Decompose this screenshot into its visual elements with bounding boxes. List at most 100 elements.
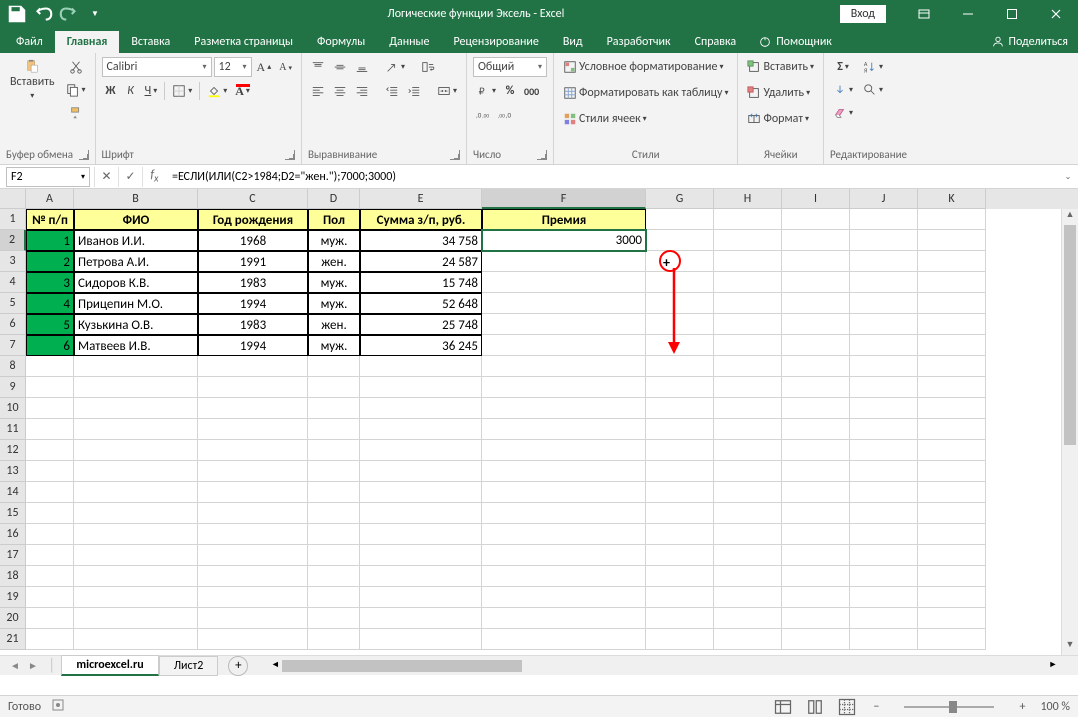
cells-format-button[interactable]: Формат▾ [744, 109, 812, 129]
cell[interactable] [850, 524, 918, 545]
row-header[interactable]: 21 [0, 629, 26, 650]
cell[interactable] [918, 293, 986, 314]
wrap-text-icon[interactable] [418, 57, 438, 77]
cell[interactable] [850, 566, 918, 587]
select-all-corner[interactable] [0, 189, 26, 209]
cell[interactable] [714, 251, 782, 272]
increase-decimal-icon[interactable]: ,0,00 [473, 105, 493, 125]
cell[interactable]: Пол [308, 209, 360, 230]
cell[interactable] [74, 398, 198, 419]
row-header[interactable]: 10 [0, 398, 26, 419]
cell[interactable] [918, 503, 986, 524]
cell[interactable] [782, 524, 850, 545]
cell[interactable] [918, 251, 986, 272]
percent-icon[interactable]: % [501, 81, 519, 101]
cell[interactable]: 3 [26, 272, 74, 293]
cell[interactable]: Сидоров К.В. [74, 272, 198, 293]
cell[interactable] [26, 398, 74, 419]
cell[interactable] [714, 524, 782, 545]
zoom-slider[interactable] [894, 700, 1004, 714]
save-icon[interactable] [6, 3, 28, 25]
cell[interactable]: 3000 [482, 230, 646, 251]
share-button[interactable]: Поделиться [981, 31, 1078, 53]
comma-style-icon[interactable]: 000 [521, 81, 542, 101]
cell[interactable] [714, 272, 782, 293]
cell[interactable] [782, 398, 850, 419]
cell[interactable] [198, 482, 308, 503]
cell[interactable] [918, 209, 986, 230]
cell[interactable] [198, 440, 308, 461]
cell[interactable] [646, 419, 714, 440]
cell[interactable]: жен. [308, 251, 360, 272]
merge-center-icon[interactable]: ▾ [434, 81, 460, 101]
cell[interactable] [646, 524, 714, 545]
cell[interactable] [198, 587, 308, 608]
cell[interactable]: № п/п [26, 209, 74, 230]
cell[interactable] [482, 419, 646, 440]
cell[interactable] [850, 209, 918, 230]
cell[interactable] [482, 335, 646, 356]
row-header[interactable]: 19 [0, 587, 26, 608]
cell[interactable] [782, 545, 850, 566]
cell[interactable] [646, 461, 714, 482]
cell[interactable] [308, 587, 360, 608]
cell[interactable]: Петрова А.И. [74, 251, 198, 272]
row-header[interactable]: 9 [0, 377, 26, 398]
cell[interactable] [26, 503, 74, 524]
cell[interactable] [198, 461, 308, 482]
col-G[interactable]: G [646, 189, 714, 209]
cell[interactable] [308, 440, 360, 461]
cell[interactable] [646, 251, 714, 272]
qat-customize-icon[interactable]: ▼ [84, 3, 106, 25]
increase-font-icon[interactable]: A▴ [254, 57, 275, 77]
add-sheet-icon[interactable]: + [228, 656, 248, 676]
cell[interactable] [26, 440, 74, 461]
view-page-break-icon[interactable] [836, 698, 858, 716]
scroll-left-icon[interactable]: ◄ [268, 659, 282, 670]
cell[interactable] [850, 608, 918, 629]
cell[interactable] [646, 482, 714, 503]
macro-record-icon[interactable] [51, 698, 65, 716]
cell[interactable] [308, 503, 360, 524]
cell[interactable] [850, 251, 918, 272]
cell[interactable] [26, 461, 74, 482]
cell[interactable]: Премия [482, 209, 646, 230]
cell[interactable] [308, 566, 360, 587]
maximize-icon[interactable] [990, 0, 1034, 28]
cell[interactable] [482, 356, 646, 377]
cell[interactable]: 52 648 [360, 293, 482, 314]
cell[interactable] [918, 629, 986, 650]
cell[interactable] [714, 377, 782, 398]
cell[interactable] [360, 566, 482, 587]
undo-icon[interactable] [32, 3, 54, 25]
sheet-tab-other[interactable]: Лист2 [159, 656, 219, 676]
autosum-icon[interactable]: Σ▾ [830, 57, 856, 77]
row-header[interactable]: 11 [0, 419, 26, 440]
zoom-out-icon[interactable]: − [868, 700, 884, 714]
cell[interactable] [360, 461, 482, 482]
cell[interactable] [308, 524, 360, 545]
cell[interactable]: 15 748 [360, 272, 482, 293]
cell[interactable] [714, 398, 782, 419]
cell[interactable] [646, 377, 714, 398]
cell[interactable]: 1983 [198, 272, 308, 293]
cell[interactable] [782, 482, 850, 503]
cell[interactable] [714, 566, 782, 587]
underline-icon[interactable]: Ч▾ [142, 81, 161, 101]
row-header[interactable]: 17 [0, 545, 26, 566]
cell[interactable] [482, 482, 646, 503]
cell[interactable] [74, 566, 198, 587]
cell[interactable] [782, 461, 850, 482]
format-as-table-button[interactable]: Форматировать как таблицу▾ [560, 83, 732, 103]
cell[interactable] [198, 566, 308, 587]
cell[interactable] [782, 419, 850, 440]
cell[interactable]: 5 [26, 314, 74, 335]
cell[interactable] [850, 419, 918, 440]
font-launcher-icon[interactable] [285, 150, 295, 160]
cell[interactable] [308, 482, 360, 503]
zoom-in-icon[interactable]: + [1014, 700, 1030, 714]
cell[interactable] [646, 272, 714, 293]
cell[interactable] [26, 629, 74, 650]
scroll-up-icon[interactable]: ▲ [1062, 209, 1078, 225]
cell[interactable]: 1991 [198, 251, 308, 272]
